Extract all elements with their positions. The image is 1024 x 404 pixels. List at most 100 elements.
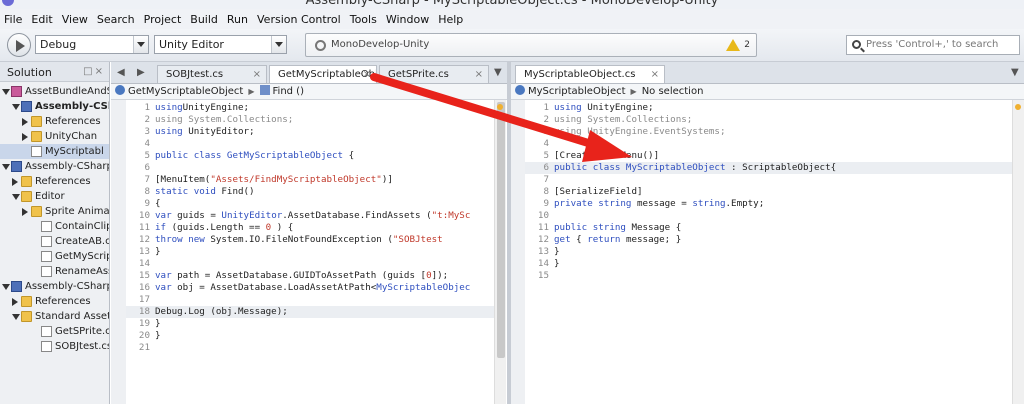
tree-item[interactable]: References: [0, 114, 109, 129]
collapsed-arrow-icon[interactable]: [22, 208, 28, 216]
left-path-class[interactable]: GetMyScriptableObject: [128, 86, 243, 97]
tree-item[interactable]: GetSPrite.cs: [0, 324, 109, 339]
warning-count: 2: [744, 40, 750, 50]
menu-item[interactable]: Help: [438, 13, 463, 26]
tab-scroll-right-icon[interactable]: ▶: [137, 67, 145, 78]
line-number: 9: [543, 198, 549, 209]
tree-item[interactable]: References: [0, 294, 109, 309]
expanded-arrow-icon[interactable]: [12, 314, 20, 320]
right-path-class[interactable]: MyScriptableObject: [528, 86, 626, 97]
line-number: 11: [537, 222, 549, 233]
code-token: "SOBJtest: [392, 234, 443, 245]
menu-item[interactable]: Window: [386, 13, 429, 26]
tree-item[interactable]: SOBJtest.cs: [0, 339, 109, 354]
tree-item[interactable]: UnityChan: [0, 129, 109, 144]
close-icon[interactable]: ×: [475, 66, 483, 83]
tab-scroll-left-icon[interactable]: ◀: [117, 67, 125, 78]
left-scrollbar[interactable]: [494, 100, 506, 404]
pad-window-buttons[interactable]: □×: [83, 66, 105, 77]
menu-item[interactable]: Version Control: [257, 13, 341, 26]
tree-item[interactable]: RenameAssets: [0, 264, 109, 279]
expanded-arrow-icon[interactable]: [12, 194, 20, 200]
line-number: 4: [543, 138, 549, 149]
tree-item[interactable]: AssetBundleAndSprit: [0, 84, 109, 99]
tree-item[interactable]: Sprite Animati: [0, 204, 109, 219]
tab-list-icon[interactable]: ▼: [1011, 67, 1019, 78]
tree-item[interactable]: GetMyScriptab: [0, 249, 109, 264]
code-token: UnityEditor;: [182, 126, 255, 137]
menu-item[interactable]: Build: [190, 13, 218, 26]
left-scrollbar-thumb[interactable]: [497, 102, 505, 358]
line-number: 7: [144, 174, 150, 185]
menu-item[interactable]: File: [4, 13, 22, 26]
code-text: usingUnityEngine;: [155, 102, 249, 114]
line-number: 10: [138, 210, 150, 221]
expanded-arrow-icon[interactable]: [2, 89, 10, 95]
code-token: {: [155, 198, 161, 209]
code-text: [SerializeField]: [554, 186, 643, 198]
code-line: 3 using UnityEngine.EventSystems;: [525, 126, 1012, 138]
editor-tab[interactable]: MyScriptableObject.cs ×: [515, 65, 665, 83]
left-code-editor[interactable]: 1 usingUnityEngine; 2 using System.Collecti…: [126, 100, 494, 404]
warning-icon[interactable]: [726, 39, 740, 51]
search-input[interactable]: Press 'Control+,' to search: [846, 35, 1020, 55]
close-icon[interactable]: ×: [253, 66, 261, 83]
configuration-select[interactable]: Debug: [35, 35, 149, 54]
status-icon: [315, 40, 326, 51]
code-token: }: [155, 330, 161, 341]
close-icon[interactable]: ×: [363, 66, 371, 83]
target-value: Unity Editor: [159, 38, 224, 51]
code-token: string: [692, 198, 726, 209]
tree-item[interactable]: ContainClip.cs: [0, 219, 109, 234]
status-text: MonoDevelop-Unity: [331, 39, 430, 50]
menu-item[interactable]: Project: [144, 13, 182, 26]
right-path-member[interactable]: No selection: [642, 86, 704, 97]
left-path-member[interactable]: Find (): [273, 86, 304, 97]
code-token: ) {: [271, 222, 294, 233]
expanded-arrow-icon[interactable]: [2, 164, 10, 170]
collapsed-arrow-icon[interactable]: [12, 298, 18, 306]
editor-tab[interactable]: SOBJtest.cs ×: [157, 65, 267, 83]
close-icon[interactable]: ×: [651, 66, 659, 83]
code-text: using UnityEditor;: [155, 126, 255, 138]
code-line: 2 using System.Collections;: [525, 114, 1012, 126]
tree-item[interactable]: Assembly-CSharp-: [0, 279, 109, 294]
menu-item[interactable]: Edit: [31, 13, 52, 26]
chevron-down-icon[interactable]: [271, 36, 286, 53]
tree-item[interactable]: Assembly-CSharp-: [0, 159, 109, 174]
tree-item[interactable]: References: [0, 174, 109, 189]
code-token: public string: [554, 222, 626, 233]
code-text: var path = AssetDatabase.GUIDToAssetPath…: [155, 270, 448, 282]
menu-item[interactable]: Search: [97, 13, 135, 26]
target-select[interactable]: Unity Editor: [154, 35, 287, 54]
collapsed-arrow-icon[interactable]: [12, 178, 18, 186]
menu-item[interactable]: View: [62, 13, 88, 26]
right-code-editor[interactable]: 1 using UnityEngine; 2 using System.Collect…: [525, 100, 1012, 404]
tree-item[interactable]: Standard Assets: [0, 309, 109, 324]
collapsed-arrow-icon[interactable]: [22, 133, 28, 141]
chevron-down-icon[interactable]: [133, 36, 148, 53]
file-icon: [41, 221, 52, 232]
code-line: 8 [SerializeField]: [525, 186, 1012, 198]
code-token: obj = AssetDatabase.LoadAssetAtPath<: [171, 282, 377, 293]
right-warning-marker: [1015, 104, 1021, 110]
folder-icon: [21, 191, 32, 202]
tree-item[interactable]: CreateAB.cs: [0, 234, 109, 249]
menu-item[interactable]: Run: [227, 13, 248, 26]
tree-item[interactable]: Editor: [0, 189, 109, 204]
class-icon: [115, 85, 125, 95]
collapsed-arrow-icon[interactable]: [22, 118, 28, 126]
editor-tab[interactable]: GetMyScriptableObje ×: [269, 65, 377, 83]
editor-tab[interactable]: GetSPrite.cs ×: [379, 65, 489, 83]
status-area[interactable]: MonoDevelop-Unity 2: [305, 33, 757, 57]
code-line: 11 if (guids.Length == 0 ) {: [126, 222, 494, 234]
code-line: 9 private string message = string.Empty;: [525, 198, 1012, 210]
expanded-arrow-icon[interactable]: [2, 284, 10, 290]
tree-item[interactable]: MyScriptabl: [0, 144, 109, 159]
menu-item[interactable]: Tools: [350, 13, 377, 26]
tree-item[interactable]: Assembly-CSharp: [0, 99, 109, 114]
right-scrollbar[interactable]: [1012, 100, 1024, 404]
run-button[interactable]: [7, 33, 31, 57]
tab-list-icon[interactable]: ▼: [494, 67, 502, 78]
expanded-arrow-icon[interactable]: [12, 104, 20, 110]
